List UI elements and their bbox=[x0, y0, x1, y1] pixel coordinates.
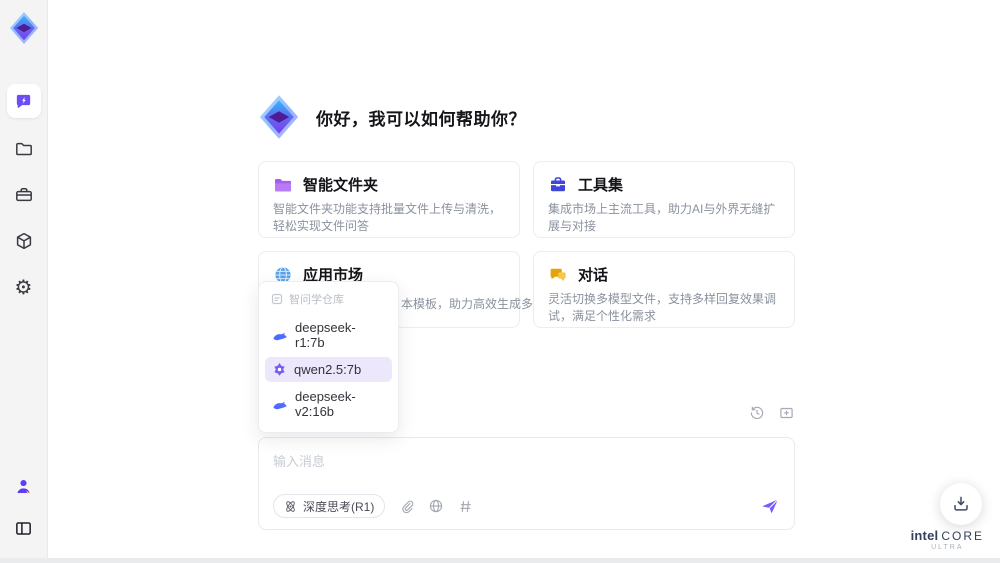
dropdown-item-deepseek-r1[interactable]: deepseek-r1:7b bbox=[265, 315, 392, 355]
deepseek-whale-icon bbox=[272, 329, 288, 342]
download-icon bbox=[951, 494, 971, 514]
model-name: deepseek-v2:16b bbox=[295, 389, 356, 419]
card-desc: 本模板，助力高效生成多 bbox=[401, 297, 534, 311]
deep-think-toggle[interactable]: 深度思考(R1) bbox=[273, 494, 386, 518]
chat-bubbles-icon bbox=[548, 265, 568, 285]
paperclip-icon[interactable] bbox=[399, 499, 414, 514]
model-dropdown: 智问学仓库 deepseek-r1:7b qwen2.5:7b deepseek… bbox=[258, 281, 399, 433]
repo-icon bbox=[271, 293, 283, 305]
card-desc: 集成市场上主流工具，助力AI与外界无缝扩展与对接 bbox=[548, 202, 776, 233]
dropdown-item-deepseek-v2[interactable]: deepseek-v2:16b bbox=[265, 384, 392, 424]
hero-logo bbox=[256, 94, 302, 140]
model-name: deepseek-r1:7b bbox=[295, 320, 356, 350]
history-icon[interactable] bbox=[749, 405, 765, 421]
card-title: 对话 bbox=[578, 267, 609, 284]
briefcase-filled-icon bbox=[548, 175, 568, 195]
globe-icon[interactable] bbox=[428, 498, 444, 514]
sidebar-item-settings[interactable]: ⚙ bbox=[7, 270, 41, 304]
greeting-title: 你好，我可以如何帮助你？ bbox=[316, 109, 526, 129]
download-fab[interactable] bbox=[940, 483, 982, 525]
panel-icon bbox=[14, 519, 33, 538]
sidebar-item-folders[interactable] bbox=[7, 132, 41, 166]
card-desc: 智能文件夹功能支持批量文件上传与清洗，轻松实现文件问答 bbox=[273, 202, 502, 233]
model-name: qwen2.5:7b bbox=[294, 362, 362, 377]
core-wordmark: CORE bbox=[941, 529, 984, 543]
chat-icon bbox=[14, 92, 33, 111]
model-dropdown-header: 智问学仓库 bbox=[265, 289, 392, 313]
folder-icon bbox=[14, 139, 34, 159]
card-desc: 灵活切换多模型文件，支持多样回复效果调试，满足个性化需求 bbox=[548, 292, 777, 323]
sidebar-item-apps[interactable] bbox=[7, 224, 41, 258]
atom-icon bbox=[284, 500, 297, 513]
sidebar-item-panel-toggle[interactable] bbox=[7, 511, 41, 545]
input-toolbar: 深度思考(R1) bbox=[273, 494, 780, 518]
deepseek-whale-icon bbox=[272, 398, 288, 411]
feature-card-smart-folder[interactable]: 智能文件夹 智能文件夹功能支持批量文件上传与清洗，轻松实现文件问答 bbox=[258, 161, 520, 238]
window-bottom-edge bbox=[0, 558, 1000, 563]
cube-icon bbox=[14, 231, 34, 251]
card-title: 工具集 bbox=[578, 177, 624, 194]
feature-card-toolset[interactable]: 工具集 集成市场上主流工具，助力AI与外界无缝扩展与对接 bbox=[533, 161, 795, 238]
message-input[interactable] bbox=[259, 438, 794, 490]
new-window-icon[interactable] bbox=[778, 405, 795, 421]
user-icon bbox=[14, 477, 33, 496]
main-area: 你好，我可以如何帮助你？ 智能文件夹 智能文件夹功能支持批量文件上传与清洗，轻松… bbox=[48, 0, 1000, 563]
model-dropdown-header-label: 智问学仓库 bbox=[289, 294, 344, 306]
briefcase-icon bbox=[14, 185, 34, 205]
qwen-icon bbox=[272, 362, 287, 377]
deep-think-label: 深度思考(R1) bbox=[303, 499, 375, 514]
gear-icon: ⚙ bbox=[14, 276, 33, 299]
sidebar-item-profile[interactable] bbox=[7, 469, 41, 503]
sidebar-item-toolbox[interactable] bbox=[7, 178, 41, 212]
intel-wordmark: intel bbox=[910, 528, 939, 543]
sidebar: ⚙ bbox=[0, 0, 48, 563]
dropdown-item-qwen[interactable]: qwen2.5:7b bbox=[265, 357, 392, 382]
folder-filled-icon bbox=[273, 175, 293, 195]
sidebar-item-chat[interactable] bbox=[6, 84, 41, 118]
intel-core-ultra-badge: intel CORE ULTRA bbox=[911, 528, 984, 551]
ultra-wordmark: ULTRA bbox=[931, 544, 964, 551]
chat-input-box: 深度思考(R1) bbox=[258, 437, 795, 530]
send-button[interactable] bbox=[760, 496, 780, 516]
feature-card-dialog[interactable]: 对话 灵活切换多模型文件，支持多样回复效果调试，满足个性化需求 bbox=[533, 251, 795, 328]
app-logo bbox=[6, 8, 42, 48]
card-title: 智能文件夹 bbox=[303, 177, 379, 194]
hash-icon[interactable] bbox=[458, 499, 473, 514]
hero: 你好，我可以如何帮助你？ bbox=[256, 94, 526, 140]
